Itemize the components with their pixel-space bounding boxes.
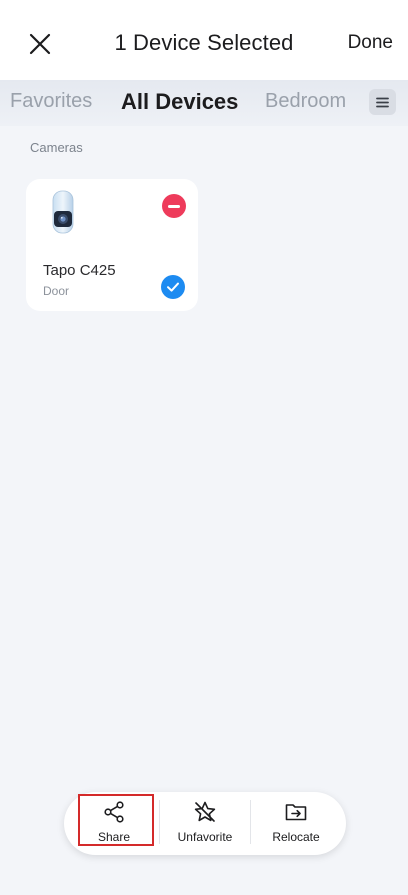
unfavorite-label: Unfavorite <box>177 830 233 844</box>
menu-icon <box>376 97 389 107</box>
remove-button[interactable] <box>162 194 186 218</box>
tab-bedroom[interactable]: Bedroom <box>265 90 346 113</box>
tab-all-devices[interactable]: All Devices <box>121 89 238 115</box>
divider <box>250 800 251 844</box>
minus-icon <box>168 204 180 208</box>
section-label-cameras: Cameras <box>30 140 83 155</box>
star-off-icon <box>194 801 216 822</box>
relocate-label: Relocate <box>272 830 320 844</box>
relocate-button[interactable]: Relocate <box>253 792 339 855</box>
room-tabs: Favorites All Devices Bedroom <box>0 80 408 126</box>
top-bar: 1 Device Selected Done <box>0 0 408 80</box>
device-name: Tapo C425 <box>43 262 116 279</box>
tab-favorites[interactable]: Favorites <box>10 90 92 113</box>
device-room: Door <box>43 284 70 298</box>
check-icon <box>167 282 179 292</box>
share-button[interactable]: Share <box>71 792 157 855</box>
device-card[interactable]: Tapo C425 Door <box>26 179 198 311</box>
tabs-menu-button[interactable] <box>369 89 396 115</box>
selected-checkbox[interactable] <box>161 275 185 299</box>
folder-move-icon <box>285 804 307 821</box>
share-icon <box>104 801 124 823</box>
unfavorite-button[interactable]: Unfavorite <box>162 792 248 855</box>
done-button[interactable]: Done <box>348 32 393 54</box>
share-label: Share <box>97 830 131 844</box>
action-bar: Share Unfavorite Relocate <box>64 792 346 855</box>
divider <box>159 800 160 844</box>
camera-icon <box>52 190 74 234</box>
